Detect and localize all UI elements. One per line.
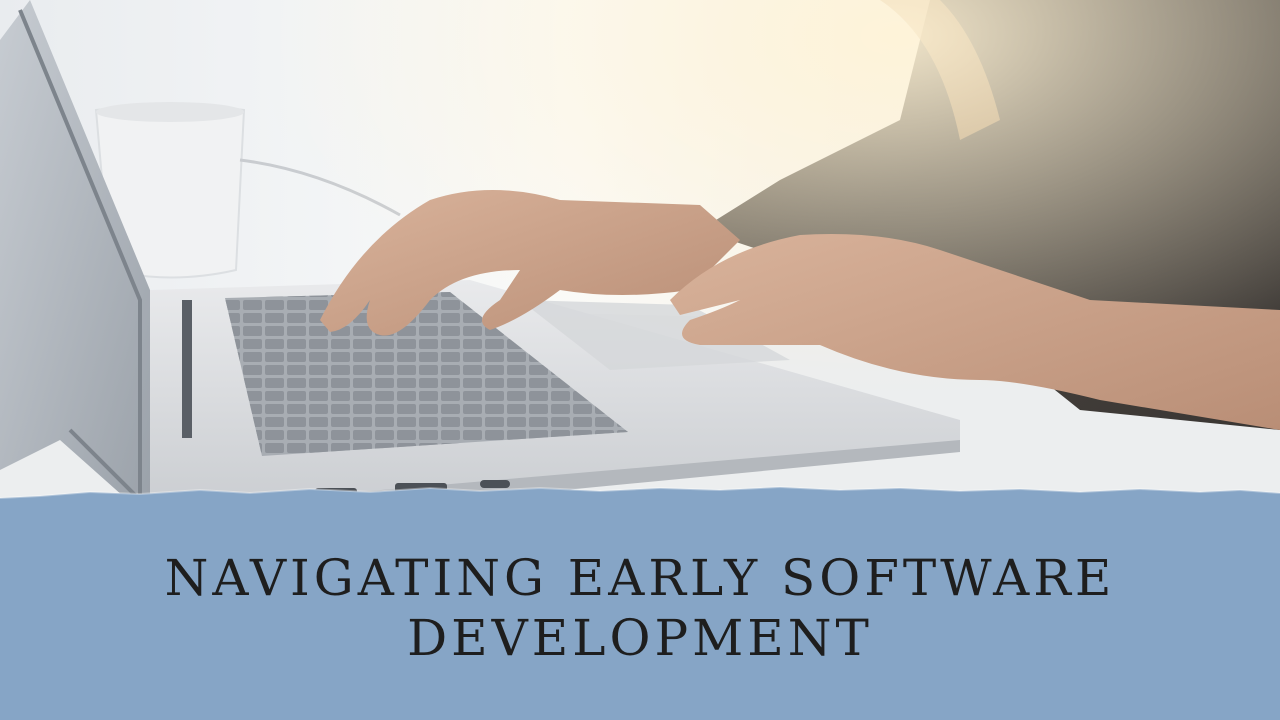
hero-graphic: NAVIGATING EARLY SOFTWARE DEVELOPMENT: [0, 0, 1280, 720]
page-title: NAVIGATING EARLY SOFTWARE DEVELOPMENT: [40, 548, 1240, 668]
title-line-2: DEVELOPMENT: [407, 609, 873, 667]
title-line-1: NAVIGATING EARLY SOFTWARE: [164, 549, 1116, 607]
